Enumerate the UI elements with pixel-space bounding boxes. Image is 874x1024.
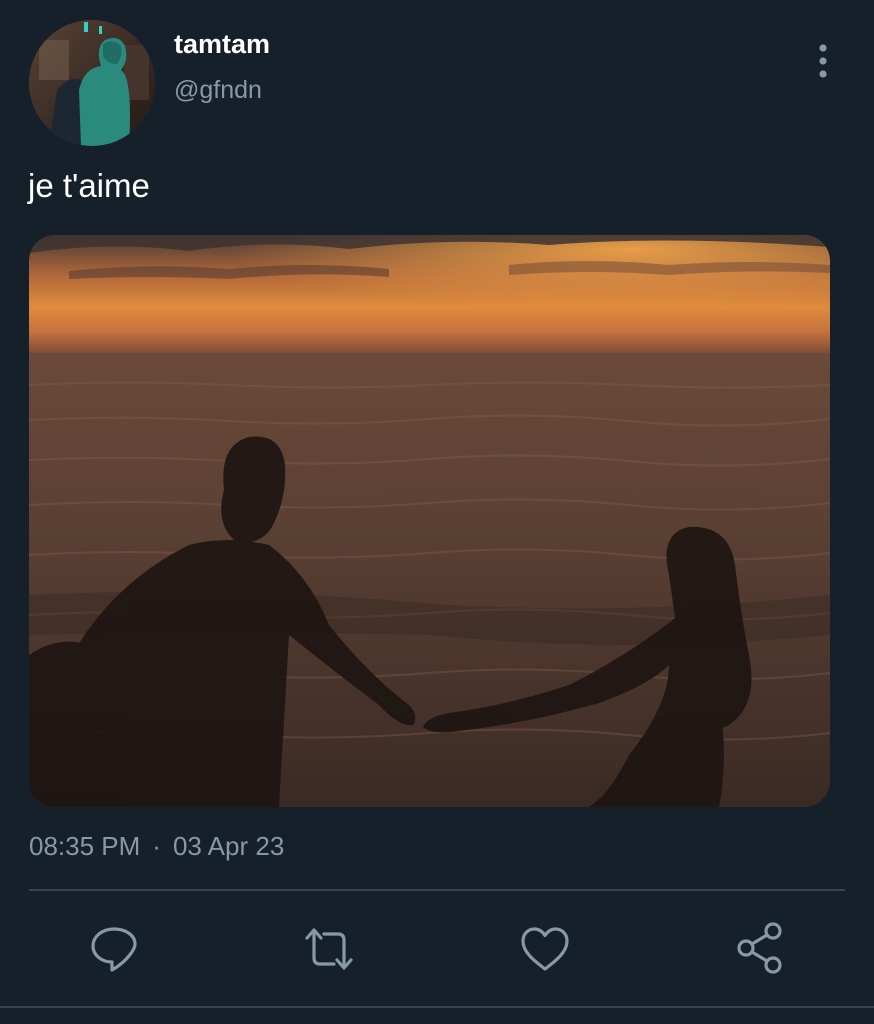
like-button[interactable] <box>516 920 574 978</box>
tweet-date: 03 Apr 23 <box>172 831 285 861</box>
display-name[interactable]: tamtam <box>174 28 270 60</box>
reply-icon <box>91 927 137 972</box>
heart-icon <box>521 927 569 971</box>
retweet-icon <box>305 928 353 970</box>
tweet-media-photo[interactable] <box>29 235 830 807</box>
author-info[interactable]: tamtam @gfndn <box>174 28 270 105</box>
reply-button[interactable] <box>85 920 143 978</box>
more-vertical-icon <box>819 44 827 78</box>
tweet-text: je t'aime <box>28 167 150 204</box>
avatar-image <box>29 20 155 146</box>
more-options-button[interactable] <box>808 42 838 80</box>
avatar[interactable] <box>29 20 155 146</box>
user-handle[interactable]: @gfndn <box>174 75 270 105</box>
divider <box>0 1006 874 1008</box>
retweet-button[interactable] <box>300 920 358 978</box>
tweet-timestamp[interactable]: 08:35 PM · 03 Apr 23 <box>29 830 284 862</box>
share-button[interactable] <box>731 920 789 978</box>
sunset-beach-photo <box>29 235 830 807</box>
tweet-time: 08:35 PM <box>29 831 141 861</box>
divider <box>29 889 845 891</box>
share-icon <box>737 922 782 974</box>
tweet-detail: tamtam @gfndn je t'aime 08:35 PM · 03 Ap… <box>0 0 874 1024</box>
timestamp-separator: · <box>152 831 161 861</box>
